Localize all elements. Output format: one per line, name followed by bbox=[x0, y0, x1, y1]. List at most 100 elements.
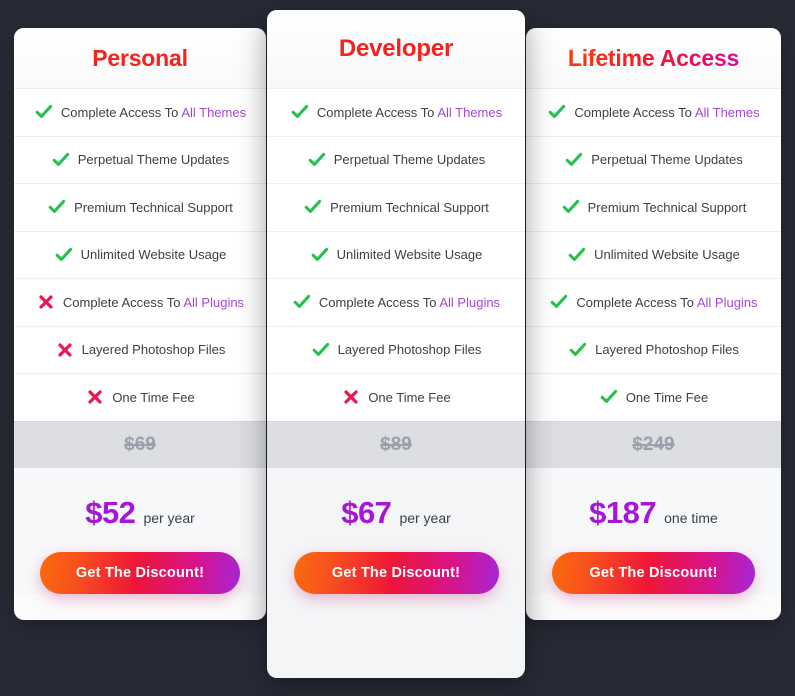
check-icon bbox=[51, 150, 71, 170]
feature-label: One Time Fee bbox=[625, 389, 709, 405]
price-line-lifetime: $187 one time bbox=[589, 495, 718, 531]
check-icon bbox=[564, 150, 584, 170]
check-icon bbox=[292, 292, 312, 312]
feature-row: Complete Access To All Plugins bbox=[526, 278, 781, 326]
feature-label-highlight: All Plugins bbox=[439, 294, 501, 310]
feature-label-highlight: All Plugins bbox=[696, 294, 758, 310]
feature-label: Complete Access To All Themes bbox=[60, 104, 247, 120]
check-icon bbox=[549, 292, 569, 312]
price-period-developer: per year bbox=[399, 509, 451, 526]
old-price-developer: $89 bbox=[380, 433, 412, 455]
feature-label: One Time Fee bbox=[368, 389, 451, 405]
feature-label: Complete Access To All Themes bbox=[316, 104, 503, 120]
feature-row: Layered Photoshop Files bbox=[267, 325, 525, 373]
plan-title-text: Lifetime Access bbox=[567, 44, 740, 71]
check-icon bbox=[307, 150, 327, 170]
feature-row: Complete Access To All Themes bbox=[14, 88, 266, 136]
plan-title-text: Developer bbox=[338, 35, 454, 62]
feature-row: One Time Fee bbox=[526, 373, 781, 421]
price-period-lifetime: one time bbox=[664, 509, 718, 526]
feature-label: Premium Technical Support bbox=[74, 199, 233, 215]
cross-icon bbox=[85, 387, 105, 407]
price-amount-lifetime: $187 bbox=[589, 494, 657, 530]
old-price-band-developer: $89 bbox=[267, 420, 525, 468]
check-icon bbox=[290, 102, 310, 122]
feature-row: Layered Photoshop Files bbox=[14, 325, 266, 373]
feature-label: Perpetual Theme Updates bbox=[591, 152, 743, 168]
check-icon bbox=[568, 340, 588, 360]
feature-label: Unlimited Website Usage bbox=[80, 247, 227, 263]
feature-label-highlight: All Themes bbox=[694, 104, 760, 120]
feature-label: Premium Technical Support bbox=[587, 199, 747, 215]
feature-label: Unlimited Website Usage bbox=[594, 247, 740, 263]
cross-icon bbox=[55, 340, 75, 360]
feature-row: Unlimited Website Usage bbox=[526, 230, 781, 278]
get-discount-button-developer[interactable]: Get The Discount! bbox=[293, 551, 499, 594]
feature-label: Complete Access To All Plugins bbox=[62, 294, 245, 310]
feature-row: One Time Fee bbox=[267, 373, 525, 421]
feature-row: Premium Technical Support bbox=[526, 183, 781, 231]
pricing-card-personal: Personal Complete Access To All Themes Pe… bbox=[14, 28, 266, 620]
price-amount-personal: $52 bbox=[85, 494, 136, 530]
plan-title-personal: Personal bbox=[14, 28, 266, 88]
feature-row: One Time Fee bbox=[14, 373, 266, 421]
feature-label: Layered Photoshop Files bbox=[595, 342, 739, 358]
old-price-band-lifetime: $249 bbox=[526, 420, 781, 468]
check-icon bbox=[599, 387, 619, 407]
get-discount-button-lifetime[interactable]: Get The Discount! bbox=[552, 551, 755, 594]
price-area-lifetime: $187 one time Get The Discount! bbox=[526, 467, 781, 594]
feature-label: Perpetual Theme Updates bbox=[77, 152, 230, 168]
feature-row: Unlimited Website Usage bbox=[14, 230, 266, 278]
feature-label: Layered Photoshop Files bbox=[337, 342, 482, 358]
feature-label: Complete Access To All Themes bbox=[574, 104, 760, 120]
price-line-developer: $67 per year bbox=[341, 495, 451, 531]
feature-row: Premium Technical Support bbox=[14, 183, 266, 231]
plan-title-developer: Developer bbox=[267, 10, 525, 88]
old-price-lifetime: $249 bbox=[632, 433, 675, 455]
feature-label: Unlimited Website Usage bbox=[336, 247, 483, 263]
check-icon bbox=[47, 197, 67, 217]
feature-row: Layered Photoshop Files bbox=[526, 325, 781, 373]
plan-title-lifetime: Lifetime Access bbox=[526, 28, 781, 88]
price-area-developer: $67 per year Get The Discount! bbox=[267, 467, 525, 594]
pricing-table: Personal Complete Access To All Themes Pe… bbox=[0, 0, 795, 696]
feature-list-personal: Complete Access To All Themes Perpetual T… bbox=[14, 88, 266, 421]
feature-row: Unlimited Website Usage bbox=[267, 230, 525, 278]
feature-label: Complete Access To All Plugins bbox=[318, 294, 501, 310]
feature-label-highlight: All Themes bbox=[181, 104, 247, 120]
feature-row: Perpetual Theme Updates bbox=[14, 135, 266, 183]
feature-row: Complete Access To All Plugins bbox=[267, 278, 525, 326]
feature-row: Perpetual Theme Updates bbox=[267, 135, 525, 183]
feature-label-highlight: All Themes bbox=[437, 104, 503, 120]
feature-list-developer: Complete Access To All Themes Perpetual T… bbox=[267, 88, 525, 421]
cross-icon bbox=[341, 387, 361, 407]
price-amount-developer: $67 bbox=[341, 494, 392, 530]
feature-label: One Time Fee bbox=[112, 389, 195, 405]
get-discount-button-personal[interactable]: Get The Discount! bbox=[40, 551, 240, 594]
plan-title-text: Personal bbox=[92, 44, 188, 71]
feature-label: Premium Technical Support bbox=[330, 199, 489, 215]
pricing-card-lifetime: Lifetime Access Complete Access To All T… bbox=[526, 28, 781, 620]
feature-label: Complete Access To All Plugins bbox=[576, 294, 758, 310]
feature-list-lifetime: Complete Access To All Themes Perpetual T… bbox=[526, 88, 781, 421]
check-icon bbox=[310, 245, 330, 265]
feature-label: Layered Photoshop Files bbox=[81, 342, 226, 358]
feature-label: Perpetual Theme Updates bbox=[333, 152, 486, 168]
pricing-card-developer: Developer Complete Access To All Themes P… bbox=[267, 10, 525, 678]
check-icon bbox=[561, 197, 581, 217]
feature-row: Premium Technical Support bbox=[267, 183, 525, 231]
feature-row: Perpetual Theme Updates bbox=[526, 135, 781, 183]
price-area-personal: $52 per year Get The Discount! bbox=[14, 467, 266, 594]
feature-row: Complete Access To All Themes bbox=[526, 88, 781, 136]
check-icon bbox=[567, 245, 587, 265]
old-price-personal: $69 bbox=[124, 433, 156, 455]
feature-label-highlight: All Plugins bbox=[183, 294, 245, 310]
check-icon bbox=[303, 197, 323, 217]
feature-row: Complete Access To All Plugins bbox=[14, 278, 266, 326]
price-line-personal: $52 per year bbox=[85, 495, 195, 531]
feature-row: Complete Access To All Themes bbox=[267, 88, 525, 136]
check-icon bbox=[547, 102, 567, 122]
check-icon bbox=[34, 102, 54, 122]
check-icon bbox=[54, 245, 74, 265]
cross-icon bbox=[36, 292, 56, 312]
